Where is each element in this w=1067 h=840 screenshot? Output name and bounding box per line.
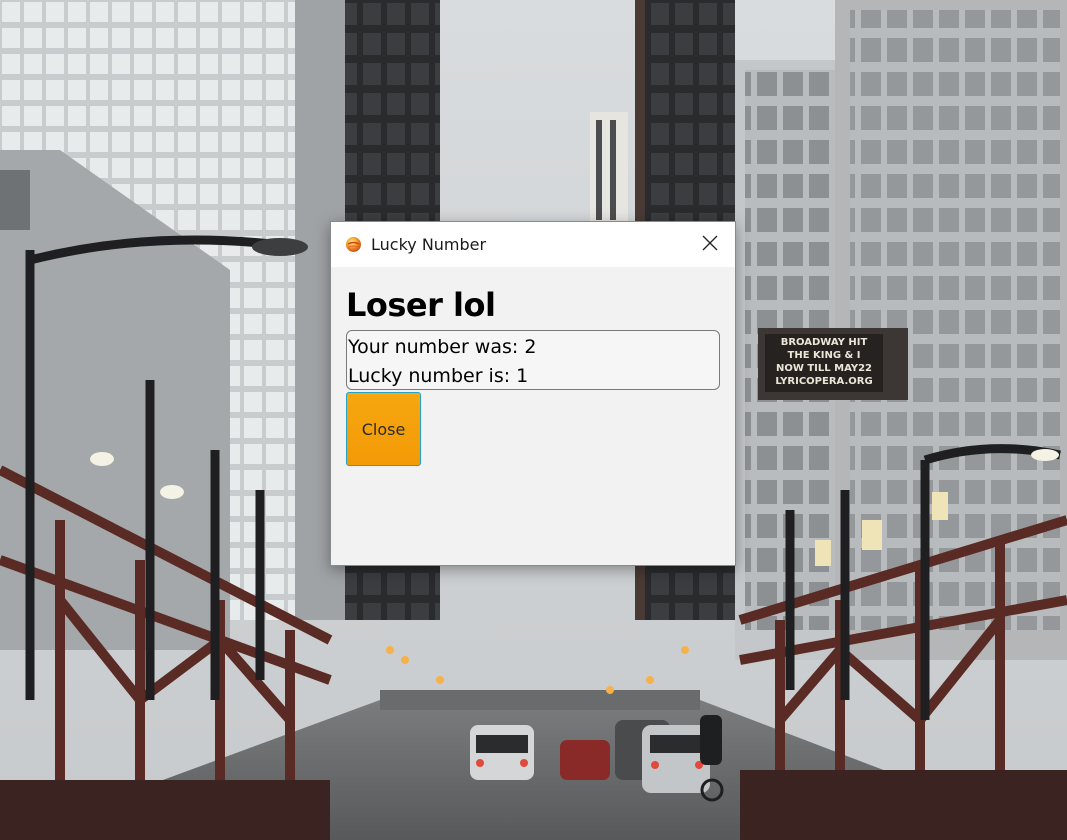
close-icon bbox=[702, 235, 718, 251]
result-text-area[interactable]: Your number was: 2 Lucky number is: 1 bbox=[346, 330, 720, 390]
billboard-line: NOW TILL MAY22 bbox=[775, 363, 873, 374]
lucky-number-dialog: Lucky Number Loser lol Your number was: … bbox=[330, 221, 736, 566]
billboard-line: BROADWAY HIT bbox=[780, 337, 868, 348]
billboard-line: LYRICOPERA.ORG bbox=[775, 376, 873, 387]
close-button[interactable]: Close bbox=[346, 392, 421, 466]
billboard-line: THE KING & I bbox=[787, 350, 861, 361]
title-bar[interactable]: Lucky Number bbox=[331, 222, 735, 267]
your-number-line: Your number was: 2 bbox=[348, 336, 537, 358]
lucky-number-line: Lucky number is: 1 bbox=[348, 365, 529, 387]
result-heading: Loser lol bbox=[346, 286, 496, 324]
billboard-text: BROADWAY HIT THE KING & I NOW TILL MAY22… bbox=[765, 336, 883, 388]
window-title: Lucky Number bbox=[371, 235, 487, 254]
orange-ball-icon bbox=[345, 236, 362, 253]
window-close-button[interactable] bbox=[693, 228, 727, 260]
